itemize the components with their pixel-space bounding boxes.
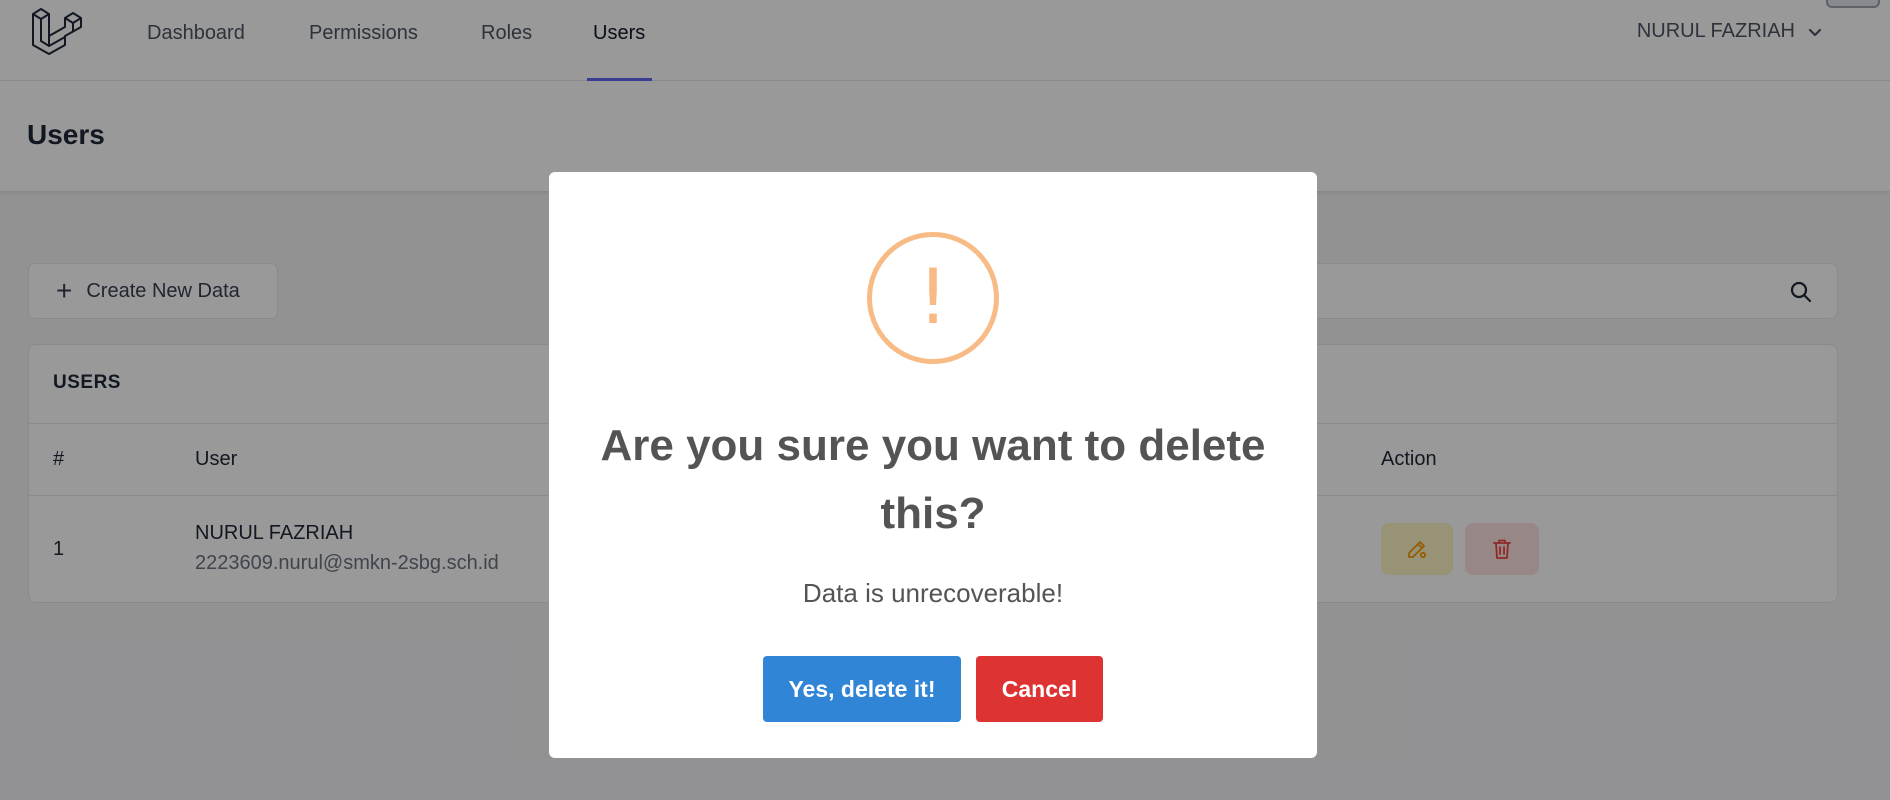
cancel-button[interactable]: Cancel xyxy=(976,656,1103,722)
confirm-delete-button[interactable]: Yes, delete it! xyxy=(763,656,961,722)
dialog-message: Data is unrecoverable! xyxy=(802,578,1064,608)
warning-icon: ! xyxy=(867,232,999,364)
dialog-title: Are you sure you want to delete this? xyxy=(600,421,1266,538)
warning-glyph: ! xyxy=(917,252,949,341)
confirm-delete-dialog: ! Are you sure you want to delete this? … xyxy=(549,172,1317,758)
